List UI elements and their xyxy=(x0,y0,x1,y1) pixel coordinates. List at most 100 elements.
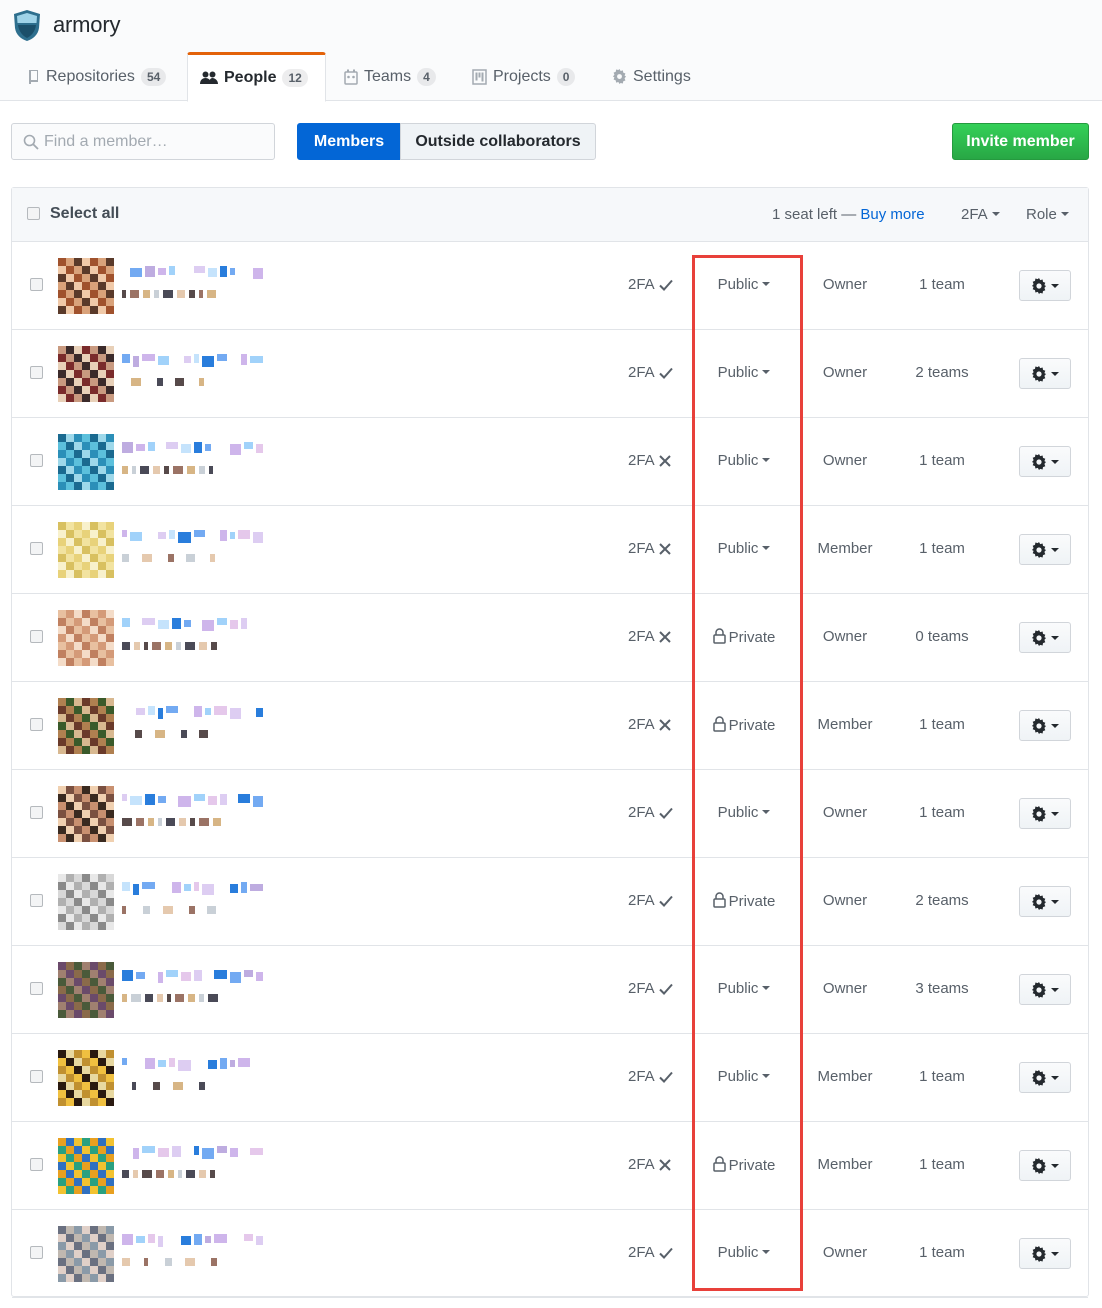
check-icon xyxy=(658,279,673,291)
search-icon xyxy=(23,134,39,150)
avatar[interactable] xyxy=(58,1226,114,1282)
visibility-dropdown[interactable]: Public xyxy=(694,364,794,381)
member-settings-button[interactable] xyxy=(1019,1238,1071,1269)
caret-down-icon xyxy=(762,370,771,375)
member-settings-button[interactable] xyxy=(1019,886,1071,917)
member-settings-button[interactable] xyxy=(1019,974,1071,1005)
member-teams-link[interactable]: 1 team xyxy=(897,804,987,821)
avatar[interactable] xyxy=(58,346,114,402)
member-role: Owner xyxy=(822,364,868,381)
select-all-checkbox[interactable] xyxy=(27,207,40,220)
member-settings-button[interactable] xyxy=(1019,798,1071,829)
caret-down-icon xyxy=(1051,635,1059,640)
org-name[interactable]: armory xyxy=(53,12,120,38)
member-checkbox[interactable] xyxy=(30,1158,43,1171)
member-name-redacted xyxy=(122,354,263,386)
member-settings-button[interactable] xyxy=(1019,1150,1071,1181)
visibility-dropdown[interactable]: Public xyxy=(694,1244,794,1261)
member-checkbox[interactable] xyxy=(30,366,43,379)
tab-counter: 54 xyxy=(140,67,167,86)
avatar[interactable] xyxy=(58,962,114,1018)
tab-repositories[interactable]: Repositories 54 xyxy=(16,52,178,101)
member-settings-button[interactable] xyxy=(1019,622,1071,653)
find-member-search[interactable] xyxy=(11,123,275,160)
visibility-dropdown[interactable]: Public xyxy=(694,804,794,821)
avatar[interactable] xyxy=(58,1050,114,1106)
gear-icon xyxy=(1032,1245,1046,1262)
visibility-dropdown[interactable]: Public xyxy=(694,980,794,997)
visibility-dropdown[interactable]: Public xyxy=(694,452,794,469)
member-teams-link[interactable]: 1 team xyxy=(897,716,987,733)
visibility-dropdown[interactable]: Public xyxy=(694,276,794,293)
tab-projects[interactable]: Projects 0 xyxy=(460,52,587,101)
role-filter-dropdown[interactable]: Role xyxy=(1026,206,1069,223)
member-checkbox[interactable] xyxy=(30,454,43,467)
member-checkbox[interactable] xyxy=(30,542,43,555)
table-header: Select all 1 seat left — Buy more 2FA Ro… xyxy=(12,188,1088,242)
member-checkbox[interactable] xyxy=(30,894,43,907)
member-settings-button[interactable] xyxy=(1019,270,1071,301)
member-teams-link[interactable]: 1 team xyxy=(897,276,987,293)
select-all-label[interactable]: Select all xyxy=(50,205,119,223)
visibility-dropdown[interactable]: Public xyxy=(694,1068,794,1085)
member-checkbox[interactable] xyxy=(30,718,43,731)
member-teams-link[interactable]: 2 teams xyxy=(897,364,987,381)
avatar[interactable] xyxy=(58,434,114,490)
tab-teams[interactable]: Teams 4 xyxy=(332,52,448,101)
buy-more-link[interactable]: Buy more xyxy=(860,206,924,223)
visibility-dropdown[interactable]: Public xyxy=(694,540,794,557)
member-role: Owner xyxy=(822,804,868,821)
member-teams-link[interactable]: 1 team xyxy=(897,452,987,469)
member-settings-button[interactable] xyxy=(1019,534,1071,565)
caret-down-icon xyxy=(1051,1075,1059,1080)
member-checkbox[interactable] xyxy=(30,1070,43,1083)
member-settings-button[interactable] xyxy=(1019,446,1071,477)
tab-people[interactable]: People 12 xyxy=(187,52,326,102)
member-teams-link[interactable]: 1 team xyxy=(897,1156,987,1173)
member-checkbox[interactable] xyxy=(30,278,43,291)
member-settings-button[interactable] xyxy=(1019,1062,1071,1093)
member-teams-link[interactable]: 1 team xyxy=(897,540,987,557)
member-teams-link[interactable]: 1 team xyxy=(897,1068,987,1085)
members-filter-button[interactable]: Members xyxy=(297,123,401,160)
member-teams-link[interactable]: 0 teams xyxy=(897,628,987,645)
outside-collaborators-button[interactable]: Outside collaborators xyxy=(400,123,596,160)
twofa-label: 2FA xyxy=(628,892,655,909)
avatar[interactable] xyxy=(58,874,114,930)
member-name-redacted xyxy=(122,530,263,562)
tab-settings[interactable]: Settings xyxy=(600,52,703,101)
seats-info: 1 seat left — Buy more xyxy=(772,206,925,223)
avatar[interactable] xyxy=(58,258,114,314)
check-icon xyxy=(658,367,673,379)
member-checkbox[interactable] xyxy=(30,1246,43,1259)
people-icon xyxy=(200,71,218,84)
twofa-status: 2FA xyxy=(628,540,671,557)
member-settings-button[interactable] xyxy=(1019,710,1071,741)
member-teams-link[interactable]: 2 teams xyxy=(897,892,987,909)
avatar[interactable] xyxy=(58,1138,114,1194)
avatar[interactable] xyxy=(58,786,114,842)
visibility-dropdown[interactable]: Private xyxy=(694,892,794,910)
member-settings-button[interactable] xyxy=(1019,358,1071,389)
avatar[interactable] xyxy=(58,610,114,666)
check-icon xyxy=(658,1247,673,1259)
gear-icon xyxy=(1032,629,1046,646)
visibility-dropdown[interactable]: Private xyxy=(694,1156,794,1174)
avatar[interactable] xyxy=(58,522,114,578)
twofa-label: 2FA xyxy=(628,452,655,469)
twofa-filter-dropdown[interactable]: 2FA xyxy=(961,206,1000,223)
member-checkbox[interactable] xyxy=(30,806,43,819)
member-checkbox[interactable] xyxy=(30,982,43,995)
visibility-dropdown[interactable]: Private xyxy=(694,716,794,734)
invite-member-button[interactable]: Invite member xyxy=(952,123,1089,160)
search-input[interactable] xyxy=(44,124,269,159)
member-teams-link[interactable]: 1 team xyxy=(897,1244,987,1261)
visibility-dropdown[interactable]: Private xyxy=(694,628,794,646)
org-logo-icon[interactable] xyxy=(12,9,42,42)
member-checkbox[interactable] xyxy=(30,630,43,643)
caret-down-icon xyxy=(762,1074,771,1079)
member-teams-link[interactable]: 3 teams xyxy=(897,980,987,997)
avatar[interactable] xyxy=(58,698,114,754)
twofa-label: 2FA xyxy=(628,628,655,645)
project-icon xyxy=(472,68,487,85)
